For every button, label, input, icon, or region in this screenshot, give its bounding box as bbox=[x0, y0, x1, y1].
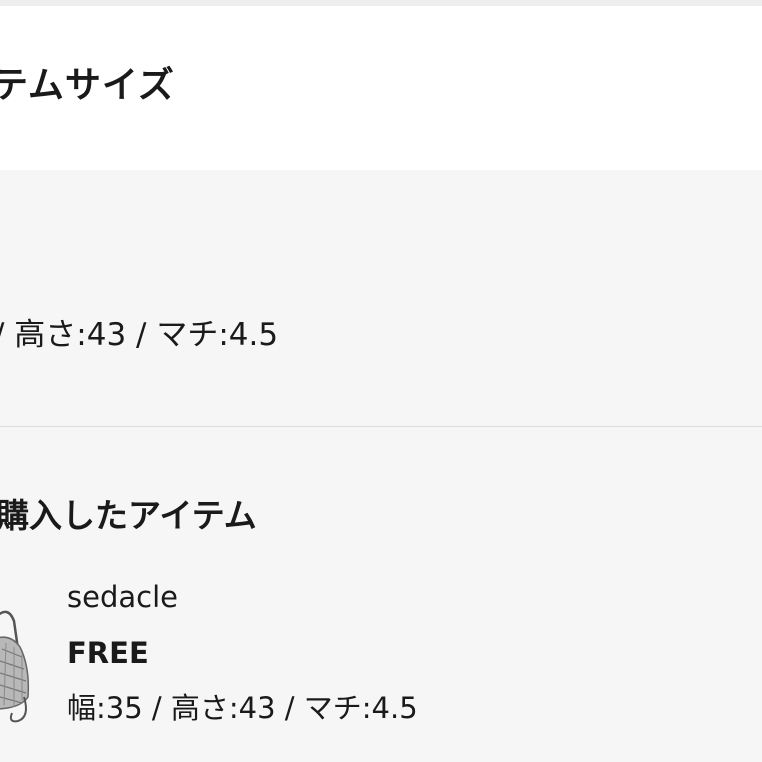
header: テムサイズ bbox=[0, 6, 762, 170]
purchased-items-heading: 購入したアイテム bbox=[0, 496, 257, 535]
purchased-items-section: 購入したアイテム sedacle FREE 幅:35 / 高さ:43 / マチ:… bbox=[0, 427, 762, 762]
page-title: テムサイズ bbox=[0, 65, 175, 106]
item-size-label: FREE bbox=[67, 636, 149, 670]
bag-thumbnail-icon[interactable] bbox=[0, 577, 40, 737]
item-dimensions: 幅:35 / 高さ:43 / マチ:4.5 bbox=[67, 691, 418, 725]
item-brand[interactable]: sedacle bbox=[67, 583, 178, 612]
item-size-section: / 高さ:43 / マチ:4.5 bbox=[0, 170, 762, 426]
item-dimensions-text: / 高さ:43 / マチ:4.5 bbox=[0, 317, 279, 353]
